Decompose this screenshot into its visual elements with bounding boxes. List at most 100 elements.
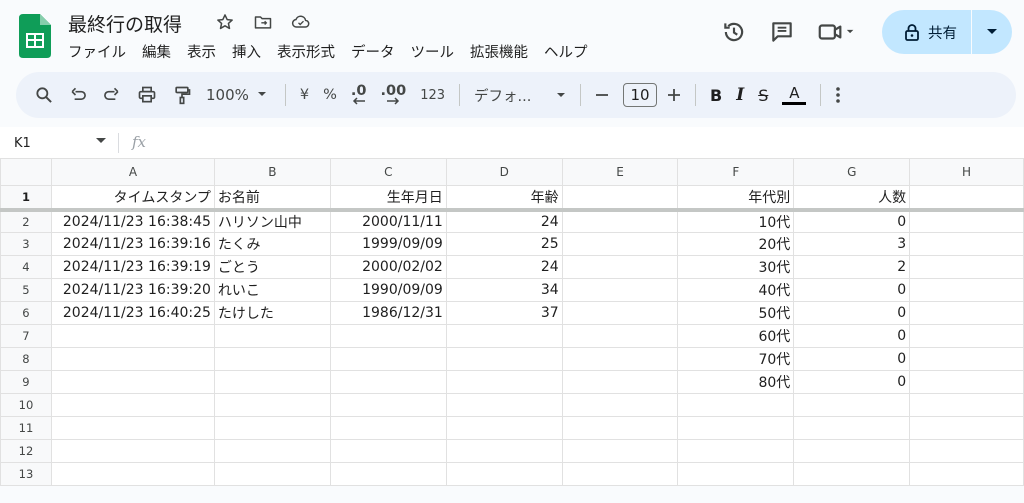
menu-extensions[interactable]: 拡張機能 <box>470 41 528 62</box>
cell-g4[interactable]: 2 <box>793 255 911 279</box>
cell-c1[interactable]: 生年月日 <box>329 185 447 212</box>
column-header-b[interactable]: B <box>213 158 331 186</box>
cell-h2[interactable] <box>909 209 1024 233</box>
cell-a9[interactable] <box>50 370 215 394</box>
cell-g12[interactable] <box>793 439 911 463</box>
cell-h3[interactable] <box>909 232 1024 256</box>
cell-f7[interactable]: 60代 <box>677 324 795 348</box>
zoom-select[interactable]: 100% <box>206 80 271 110</box>
cell-h6[interactable] <box>909 301 1024 325</box>
text-color-button[interactable]: A <box>782 80 807 110</box>
column-header-d[interactable]: D <box>445 158 563 186</box>
menu-tools[interactable]: ツール <box>411 41 455 62</box>
meet-video-icon[interactable] <box>808 10 864 54</box>
cell-h10[interactable] <box>909 393 1024 417</box>
menu-file[interactable]: ファイル <box>68 41 126 62</box>
italic-button[interactable]: I <box>736 80 744 110</box>
cell-e6[interactable] <box>561 301 679 325</box>
strikethrough-button[interactable]: S <box>758 80 768 110</box>
cell-g13[interactable] <box>793 462 911 486</box>
cell-f1[interactable]: 年代別 <box>677 185 795 212</box>
cell-f5[interactable]: 40代 <box>677 278 795 302</box>
name-box[interactable]: K1 <box>14 136 31 151</box>
decrease-decimal-button[interactable]: .0 <box>351 80 367 110</box>
cell-g10[interactable] <box>793 393 911 417</box>
column-header-f[interactable]: F <box>677 158 795 186</box>
cell-h1[interactable] <box>909 185 1024 212</box>
cell-e4[interactable] <box>561 255 679 279</box>
cell-c5[interactable]: 1990/09/09 <box>329 278 447 302</box>
cell-c6[interactable]: 1986/12/31 <box>329 301 447 325</box>
cell-d2[interactable]: 24 <box>445 209 563 233</box>
menu-format[interactable]: 表示形式 <box>277 41 335 62</box>
row-header[interactable]: 9 <box>0 370 52 394</box>
font-size-field[interactable]: 10 <box>623 80 658 110</box>
font-family-select[interactable]: デフォ... <box>474 80 566 110</box>
row-header[interactable]: 10 <box>0 393 52 417</box>
cell-e1[interactable] <box>561 185 679 212</box>
cell-a8[interactable] <box>50 347 215 371</box>
column-header-c[interactable]: C <box>329 158 447 186</box>
row-header[interactable]: 1 <box>0 185 52 212</box>
column-header-e[interactable]: E <box>561 158 679 186</box>
share-button[interactable]: 共有 <box>882 10 971 54</box>
menu-data[interactable]: データ <box>351 41 395 62</box>
cell-e12[interactable] <box>561 439 679 463</box>
cell-b4[interactable]: ごとう <box>213 255 331 279</box>
cell-a13[interactable] <box>50 462 215 486</box>
cell-e13[interactable] <box>561 462 679 486</box>
cell-c7[interactable] <box>329 324 447 348</box>
cell-e7[interactable] <box>561 324 679 348</box>
cell-a10[interactable] <box>50 393 215 417</box>
cell-d6[interactable]: 37 <box>445 301 563 325</box>
cell-b6[interactable]: たけした <box>213 301 331 325</box>
row-header[interactable]: 3 <box>0 232 52 256</box>
cell-c4[interactable]: 2000/02/02 <box>329 255 447 279</box>
row-header[interactable]: 4 <box>0 255 52 279</box>
cell-f6[interactable]: 50代 <box>677 301 795 325</box>
cell-g7[interactable]: 0 <box>793 324 911 348</box>
increase-decimal-button[interactable]: .00 <box>381 80 406 110</box>
cell-e5[interactable] <box>561 278 679 302</box>
cell-b13[interactable] <box>213 462 331 486</box>
bold-button[interactable]: B <box>710 80 722 110</box>
cell-h5[interactable] <box>909 278 1024 302</box>
cell-a6[interactable]: 2024/11/23 16:40:25 <box>50 301 215 325</box>
comments-icon[interactable] <box>760 10 804 54</box>
cell-a4[interactable]: 2024/11/23 16:39:19 <box>50 255 215 279</box>
cell-h9[interactable] <box>909 370 1024 394</box>
cell-h13[interactable] <box>909 462 1024 486</box>
cell-f13[interactable] <box>677 462 795 486</box>
cell-b10[interactable] <box>213 393 331 417</box>
cell-g11[interactable] <box>793 416 911 440</box>
cell-g1[interactable]: 人数 <box>793 185 911 212</box>
font-size-increase-button[interactable] <box>667 80 681 110</box>
cloud-saved-icon[interactable] <box>289 10 313 34</box>
row-header[interactable]: 11 <box>0 416 52 440</box>
cell-f4[interactable]: 30代 <box>677 255 795 279</box>
row-header[interactable]: 6 <box>0 301 52 325</box>
column-header-g[interactable]: G <box>793 158 911 186</box>
column-header-h[interactable]: H <box>909 158 1024 186</box>
redo-icon[interactable] <box>102 80 122 110</box>
cell-f2[interactable]: 10代 <box>677 209 795 233</box>
cell-g8[interactable]: 0 <box>793 347 911 371</box>
paint-format-icon[interactable] <box>172 80 192 110</box>
cell-c11[interactable] <box>329 416 447 440</box>
row-header[interactable]: 13 <box>0 462 52 486</box>
more-options-icon[interactable] <box>835 80 841 110</box>
cell-g5[interactable]: 0 <box>793 278 911 302</box>
cell-b8[interactable] <box>213 347 331 371</box>
cell-d9[interactable] <box>445 370 563 394</box>
cell-b2[interactable]: ハリソン山中 <box>213 209 331 233</box>
cell-a5[interactable]: 2024/11/23 16:39:20 <box>50 278 215 302</box>
cell-e3[interactable] <box>561 232 679 256</box>
cell-f11[interactable] <box>677 416 795 440</box>
percent-format-button[interactable]: % <box>323 80 337 110</box>
cell-d12[interactable] <box>445 439 563 463</box>
cell-d8[interactable] <box>445 347 563 371</box>
chevron-down-icon[interactable] <box>96 138 106 144</box>
cell-f12[interactable] <box>677 439 795 463</box>
cell-c8[interactable] <box>329 347 447 371</box>
cell-d13[interactable] <box>445 462 563 486</box>
